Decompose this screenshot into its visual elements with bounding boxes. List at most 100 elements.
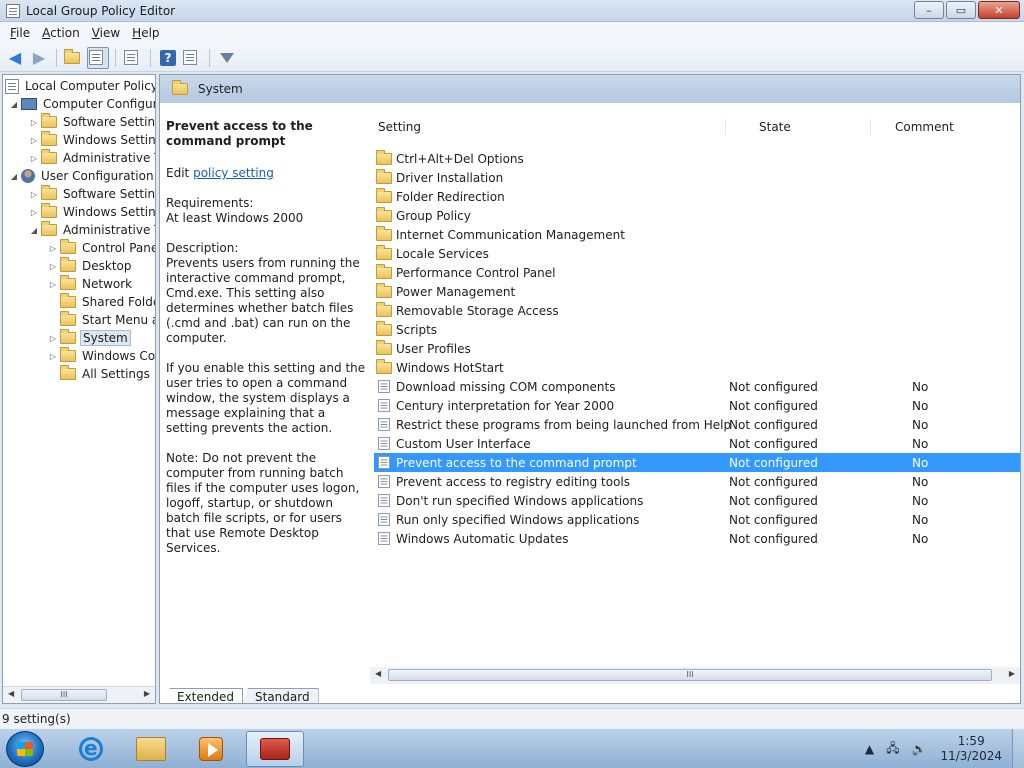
tree-item-local-computer-policy[interactable]: Local Computer Policy [5,77,155,95]
list-item-setting[interactable]: Run only specified Windows applications N… [374,510,1020,529]
setting-title: Prevent access to the command prompt [166,119,313,148]
maximize-button[interactable]: ▭ [946,1,976,19]
filter-button[interactable] [216,47,238,69]
tree-item-system[interactable]: ▷ System [48,329,131,347]
tree-item-windows-components[interactable]: ▷ Windows Cor [48,347,155,365]
list-item-folder[interactable]: Scripts [374,320,1020,339]
list-item-setting[interactable]: Restrict these programs from being launc… [374,415,1020,434]
setting-comment: No [912,455,929,470]
list-item-folder[interactable]: User Profiles [374,339,1020,358]
tree-item-user-administrative-templates[interactable]: ◢Administrative Te [29,221,155,239]
list-item-setting[interactable]: Prevent access to registry editing tools… [374,472,1020,491]
volume-icon[interactable]: 🔊 [912,742,927,756]
tree-item-administrative-templates[interactable]: ▷Administrative Te [29,149,155,167]
help-button[interactable]: ? [157,47,179,69]
list-item-folder[interactable]: Driver Installation [374,168,1020,187]
expand-icon[interactable]: ▷ [48,244,58,253]
list-item-folder[interactable]: Power Management [374,282,1020,301]
menu-action[interactable]: Action [36,26,86,40]
column-header-comment[interactable]: Comment [895,117,954,137]
list-item-setting[interactable]: Don't run specified Windows applications… [374,491,1020,510]
list-horizontal-scrollbar[interactable]: ◀ III ▶ [370,667,1020,684]
show-hidden-icons-button[interactable]: ▲ [865,742,874,756]
folder-icon [376,358,392,374]
expand-icon[interactable]: ▷ [48,352,58,361]
status-bar: 9 setting(s) [0,708,1024,728]
list-item-folder[interactable]: Windows HotStart [374,358,1020,377]
collapse-icon[interactable]: ◢ [29,226,39,235]
tree-item-desktop[interactable]: ▷ Desktop [48,257,134,275]
taskbar-group-policy-editor[interactable] [246,731,304,767]
list-item-folder[interactable]: Removable Storage Access [374,301,1020,320]
expand-icon[interactable]: ▷ [48,262,58,271]
tree-item-shared-folders[interactable]: Shared Folder [48,293,155,311]
tree-item-user-software-settings[interactable]: ▷Software Settings [29,185,155,203]
setting-comment: No [912,512,929,527]
clock[interactable]: 1:59 11/3/2024 [940,734,1002,764]
list-item-setting[interactable]: Prevent access to the command prompt Not … [374,453,1020,472]
list-item-setting[interactable]: Windows Automatic Updates Not configured N… [374,529,1020,548]
menu-view[interactable]: View [86,26,126,40]
forward-button[interactable]: ▶ [28,47,50,69]
minimize-button[interactable]: – [914,1,944,19]
collapse-icon[interactable]: ◢ [9,100,19,109]
description-note: Note: Do not prevent the computer from r… [166,451,360,555]
taskbar-media-player[interactable] [182,731,240,767]
column-header-state[interactable]: State [759,117,791,137]
properties-button[interactable] [181,47,203,69]
console-tree-icon [89,50,103,65]
menu-file[interactable]: File [4,26,36,40]
expand-icon[interactable]: ▷ [29,136,39,145]
scroll-thumb[interactable]: III [21,689,107,701]
tree-horizontal-scrollbar[interactable]: ◀ III ▶ [3,686,155,703]
tab-standard[interactable]: Standard [242,688,319,703]
expand-icon[interactable]: ▷ [29,154,39,163]
tree-item-software-settings[interactable]: ▷Software Settings [29,113,155,131]
export-list-button[interactable] [122,47,144,69]
scroll-left-icon[interactable]: ◀ [8,689,14,698]
tree-item-user-configuration[interactable]: ◢ User Configuration [9,167,155,185]
show-desktop-button[interactable] [1012,729,1024,768]
list-item-folder[interactable]: Folder Redirection [374,187,1020,206]
back-button[interactable]: ◀ [4,47,26,69]
column-header-setting[interactable]: Setting [378,117,421,137]
tree-item-user-windows-settings[interactable]: ▷ Windows Setting [29,203,155,221]
list-item-setting[interactable]: Century interpretation for Year 2000 Not … [374,396,1020,415]
menu-help[interactable]: Help [126,26,165,40]
list-item-folder[interactable]: Ctrl+Alt+Del Options [374,149,1020,168]
scroll-left-icon[interactable]: ◀ [375,669,381,678]
column-divider[interactable] [870,119,871,135]
scroll-thumb[interactable]: III [388,669,992,681]
list-item-folder[interactable]: Group Policy [374,206,1020,225]
expand-icon[interactable]: ▷ [48,280,58,289]
taskbar-internet-explorer[interactable] [62,731,120,767]
tree-item-control-panel[interactable]: ▷ Control Panel [48,239,155,257]
list-item-folder[interactable]: Locale Services [374,244,1020,263]
start-button[interactable] [6,731,44,767]
policy-setting-icon [378,380,390,393]
tab-extended[interactable]: Extended [164,688,243,703]
show-hide-tree-button[interactable] [87,46,109,69]
tree-item-windows-settings[interactable]: ▷ Windows Setting [29,131,155,149]
network-icon[interactable]: 🖧 [886,739,899,760]
scroll-right-icon[interactable]: ▶ [144,689,150,698]
column-divider[interactable] [725,119,726,135]
scroll-right-icon[interactable]: ▶ [1009,669,1015,678]
list-item-setting[interactable]: Download missing COM components Not confi… [374,377,1020,396]
up-one-level-button[interactable] [63,47,85,69]
close-button[interactable]: ✕ [978,1,1020,19]
tree-item-network[interactable]: ▷ Network [48,275,134,293]
tree-item-computer-configuration[interactable]: ◢ Computer Configura [9,95,155,113]
expand-icon[interactable]: ▷ [29,208,39,217]
tree-item-start-menu[interactable]: Start Menu ar [48,311,155,329]
policy-setting-link[interactable]: policy setting [193,166,274,180]
list-item-setting[interactable]: Custom User Interface Not configured No [374,434,1020,453]
expand-icon[interactable]: ▷ [29,118,39,127]
collapse-icon[interactable]: ◢ [9,172,19,181]
expand-icon[interactable]: ▷ [48,334,58,343]
expand-icon[interactable]: ▷ [29,190,39,199]
tree-item-all-settings[interactable]: All Settings [48,365,152,383]
list-item-folder[interactable]: Internet Communication Management [374,225,1020,244]
list-item-folder[interactable]: Performance Control Panel [374,263,1020,282]
taskbar-windows-explorer[interactable] [122,731,180,767]
